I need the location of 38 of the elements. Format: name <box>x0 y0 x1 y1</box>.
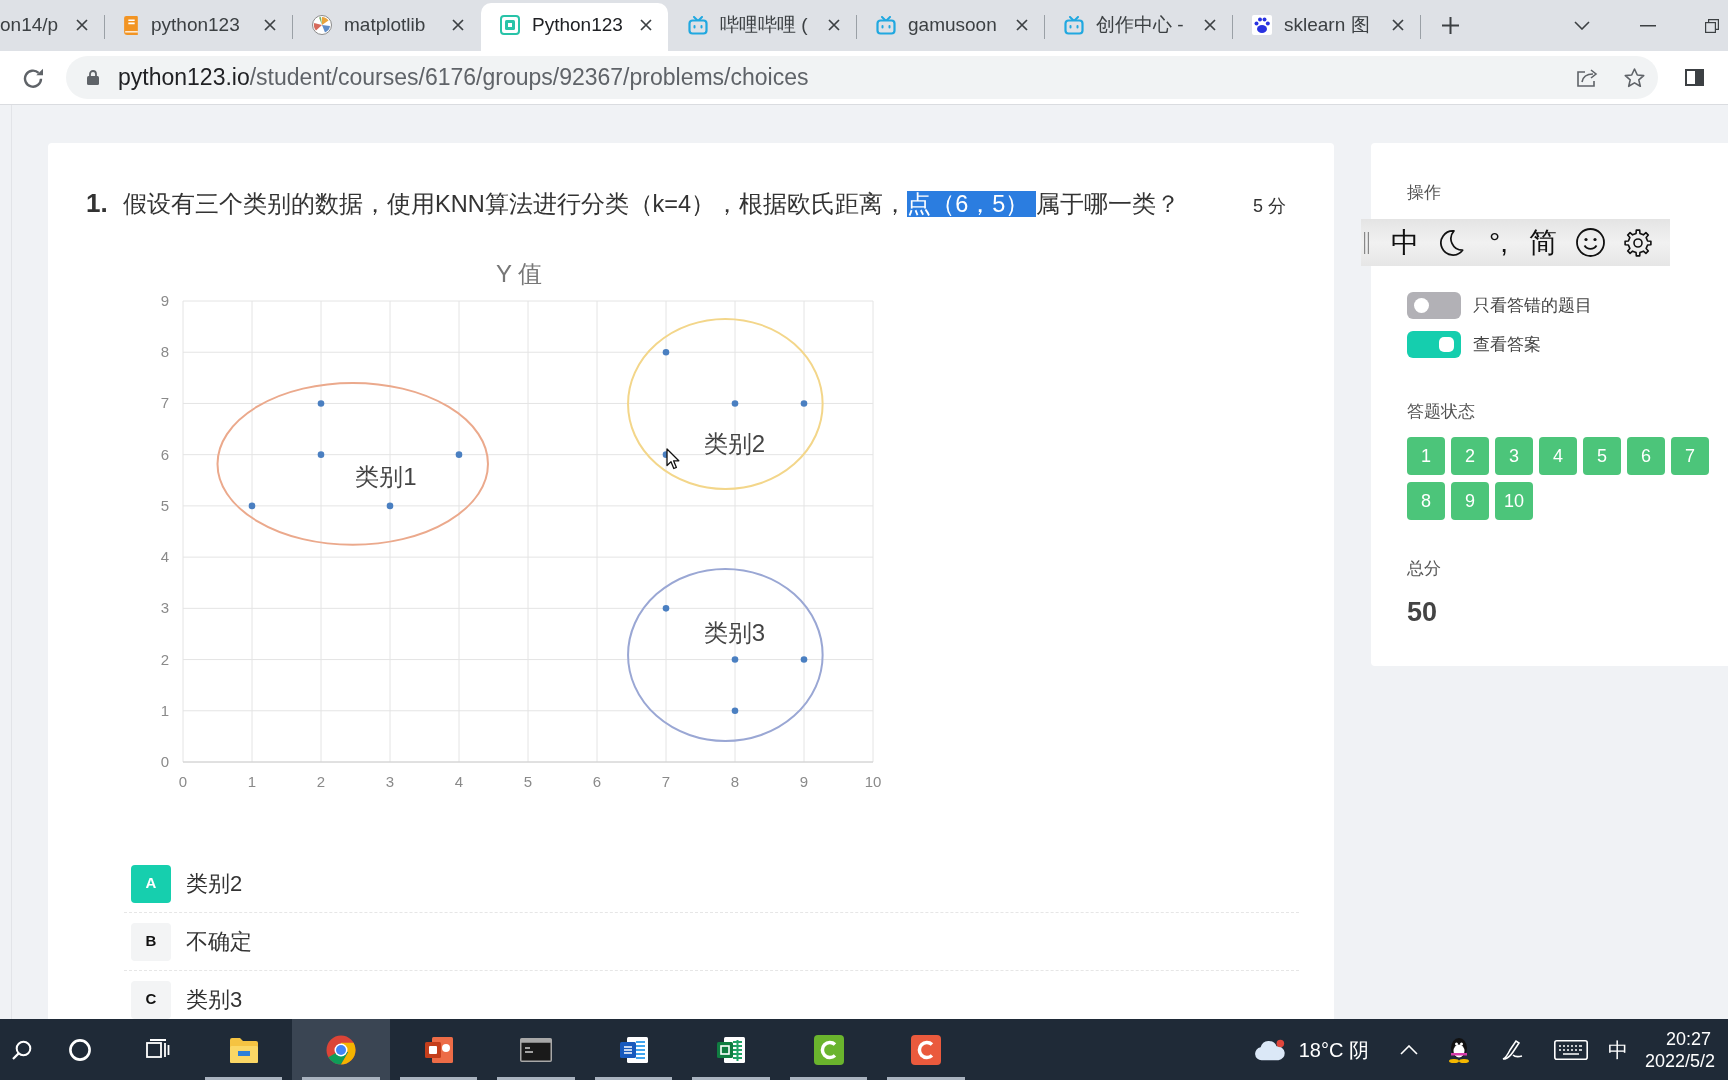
y-tick-label: 7 <box>160 394 169 412</box>
x-tick-label: 10 <box>864 773 882 790</box>
y-tick-label: 8 <box>160 343 169 361</box>
x-tick-label: 8 <box>730 773 740 790</box>
y-tick-label: 1 <box>160 701 169 719</box>
y-tick-label: 2 <box>160 650 169 668</box>
option-text: 类别2 <box>186 870 243 898</box>
y-tick-label: 4 <box>160 548 169 566</box>
cluster-label: 类别1 <box>355 463 417 491</box>
x-tick-label: 1 <box>247 773 257 790</box>
chart-title: Y 值 <box>495 260 543 287</box>
y-tick-label: 5 <box>160 496 169 514</box>
cluster-label: 类别2 <box>703 429 765 457</box>
x-tick-label: 9 <box>799 773 809 790</box>
weather-text: 18°C 阴 <box>1298 1037 1369 1063</box>
question-text: 假设有三个类别的数据，使用KNN算法进行分类（k=4），根据欧氏距离，点（6，5） 属于哪一类？ <box>123 190 1181 219</box>
toggle-label: 只看答错的题目 <box>1473 294 1592 317</box>
section-label: 操作 <box>1407 182 1442 204</box>
option-text: 类别3 <box>186 986 243 1014</box>
x-tick-label: 0 <box>178 773 188 790</box>
y-tick-label: 6 <box>160 445 169 463</box>
section-label: 总分 <box>1407 558 1442 580</box>
total-score: 50 <box>1407 596 1439 628</box>
y-tick-label: 0 <box>160 753 169 770</box>
option-text: 不确定 <box>186 928 252 956</box>
cluster-label: 类别3 <box>703 618 765 646</box>
x-tick-label: 5 <box>523 773 533 790</box>
x-tick-label: 4 <box>454 773 464 790</box>
question-number: 1. <box>86 187 109 219</box>
x-tick-label: 6 <box>592 773 602 790</box>
question-score: 5 分 <box>1253 195 1286 218</box>
x-tick-label: 3 <box>385 773 395 790</box>
y-tick-label: 9 <box>160 292 169 309</box>
x-tick-label: 2 <box>316 773 326 790</box>
section-label: 答题状态 <box>1407 401 1476 423</box>
y-tick-label: 3 <box>160 599 169 617</box>
x-tick-label: 7 <box>661 773 671 790</box>
toggle-label: 查看答案 <box>1473 333 1541 356</box>
